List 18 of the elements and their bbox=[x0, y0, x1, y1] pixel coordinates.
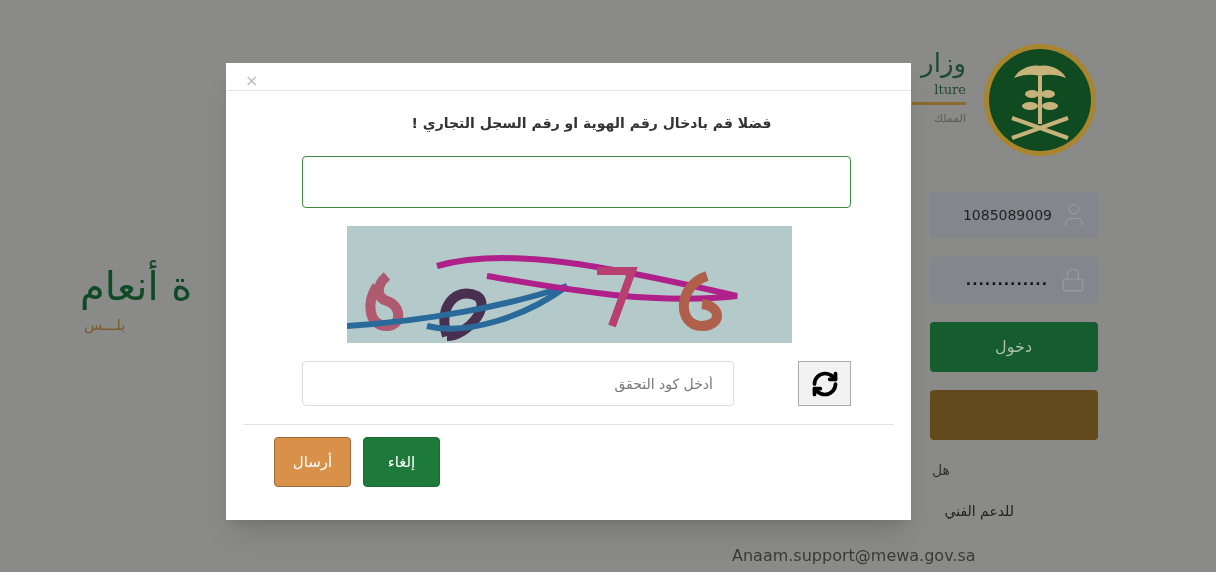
lock-icon bbox=[1060, 267, 1086, 293]
support-email: Anaam.support@mewa.gov.sa bbox=[732, 545, 976, 567]
brand-tagline: بلـــس bbox=[84, 315, 126, 336]
refresh-button[interactable] bbox=[798, 361, 851, 406]
palm-emblem-icon bbox=[982, 42, 1098, 158]
username-field[interactable]: 1085089009 bbox=[930, 192, 1098, 238]
ministry-title: وزار bbox=[921, 48, 966, 78]
ministry-subtitle: lture bbox=[934, 81, 966, 99]
cancel-button[interactable]: إلغاء bbox=[363, 437, 440, 487]
refresh-icon bbox=[810, 369, 839, 398]
id-input-field[interactable] bbox=[302, 156, 851, 208]
password-field[interactable]: ............. bbox=[930, 257, 1098, 303]
help-text: هل bbox=[932, 461, 950, 480]
login-button[interactable]: دخول bbox=[930, 322, 1098, 372]
dialog-message: فضلا قم بادخال رقم الهوية او رقم السجل التجاري ! bbox=[410, 114, 773, 134]
brand-title: ة أنعام bbox=[80, 262, 193, 310]
support-text: للدعم الفني bbox=[944, 502, 1014, 522]
send-button[interactable]: أرسال bbox=[274, 437, 351, 487]
